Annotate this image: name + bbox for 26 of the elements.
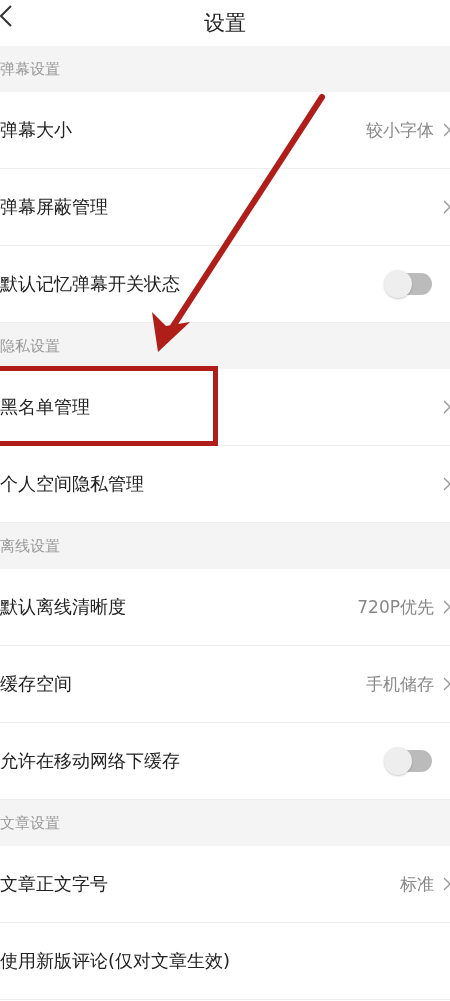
section-header: 弹幕设置 bbox=[0, 46, 450, 92]
section-header: 隐私设置 bbox=[0, 323, 450, 369]
section-header: 离线设置 bbox=[0, 523, 450, 569]
toggle-switch[interactable] bbox=[386, 750, 432, 772]
back-icon[interactable] bbox=[0, 5, 12, 27]
chevron-icon bbox=[444, 123, 450, 137]
toggle-switch[interactable] bbox=[386, 273, 432, 295]
chevron-icon bbox=[444, 400, 450, 414]
chevron-icon bbox=[444, 600, 450, 614]
settings-row[interactable]: 默认离线清晰度 720P优先 bbox=[0, 569, 450, 646]
setting-value: 标准 bbox=[400, 872, 434, 896]
settings-row[interactable]: 弹幕大小 较小字体 bbox=[0, 92, 450, 169]
setting-value: 720P优先 bbox=[357, 595, 434, 619]
setting-value: 较小字体 bbox=[366, 118, 434, 142]
settings-row[interactable]: 黑名单管理 bbox=[0, 369, 450, 446]
chevron-icon bbox=[444, 200, 450, 214]
page-title: 设置 bbox=[204, 10, 246, 37]
chevron-icon bbox=[444, 677, 450, 691]
chevron-icon bbox=[444, 477, 450, 491]
setting-value: 手机储存 bbox=[366, 672, 434, 696]
settings-row[interactable]: 文章正文字号 标准 bbox=[0, 846, 450, 923]
section-header: 文章设置 bbox=[0, 800, 450, 846]
chevron-icon bbox=[444, 877, 450, 891]
settings-row[interactable]: 弹幕屏蔽管理 bbox=[0, 169, 450, 246]
settings-row[interactable]: 使用新版评论(仅对文章生效) bbox=[0, 923, 450, 1000]
settings-row[interactable]: 缓存空间 手机储存 bbox=[0, 646, 450, 723]
